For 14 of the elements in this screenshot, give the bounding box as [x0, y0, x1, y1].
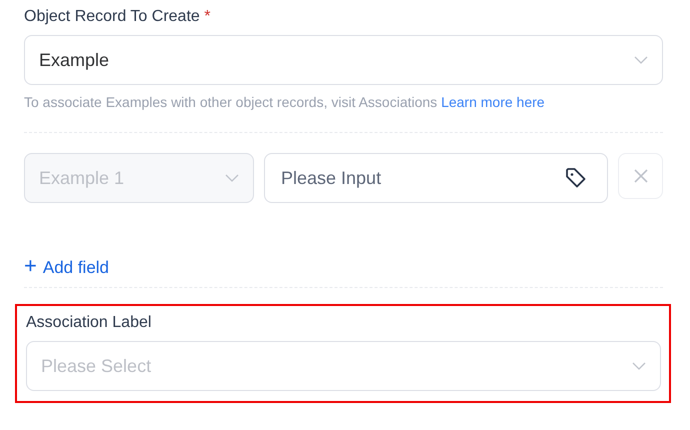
add-field-link[interactable]: + Add field: [24, 253, 110, 279]
field-label: Object Record To Create *: [24, 7, 212, 27]
tag-icon: [564, 166, 588, 190]
chevron-down-icon: [632, 362, 646, 370]
help-text: To associate Examples with other object records, visit Associations: [24, 94, 438, 110]
object-select[interactable]: Example: [24, 35, 663, 85]
value-input-field[interactable]: Please Input: [264, 153, 608, 203]
learn-more-link[interactable]: Learn more here: [441, 94, 545, 110]
chevron-down-icon: [225, 174, 239, 182]
close-icon: [632, 168, 648, 184]
required-mark: *: [204, 8, 210, 25]
field-label: Association Label: [26, 313, 152, 333]
remove-button[interactable]: [618, 153, 663, 199]
chevron-down-icon: [634, 56, 648, 64]
